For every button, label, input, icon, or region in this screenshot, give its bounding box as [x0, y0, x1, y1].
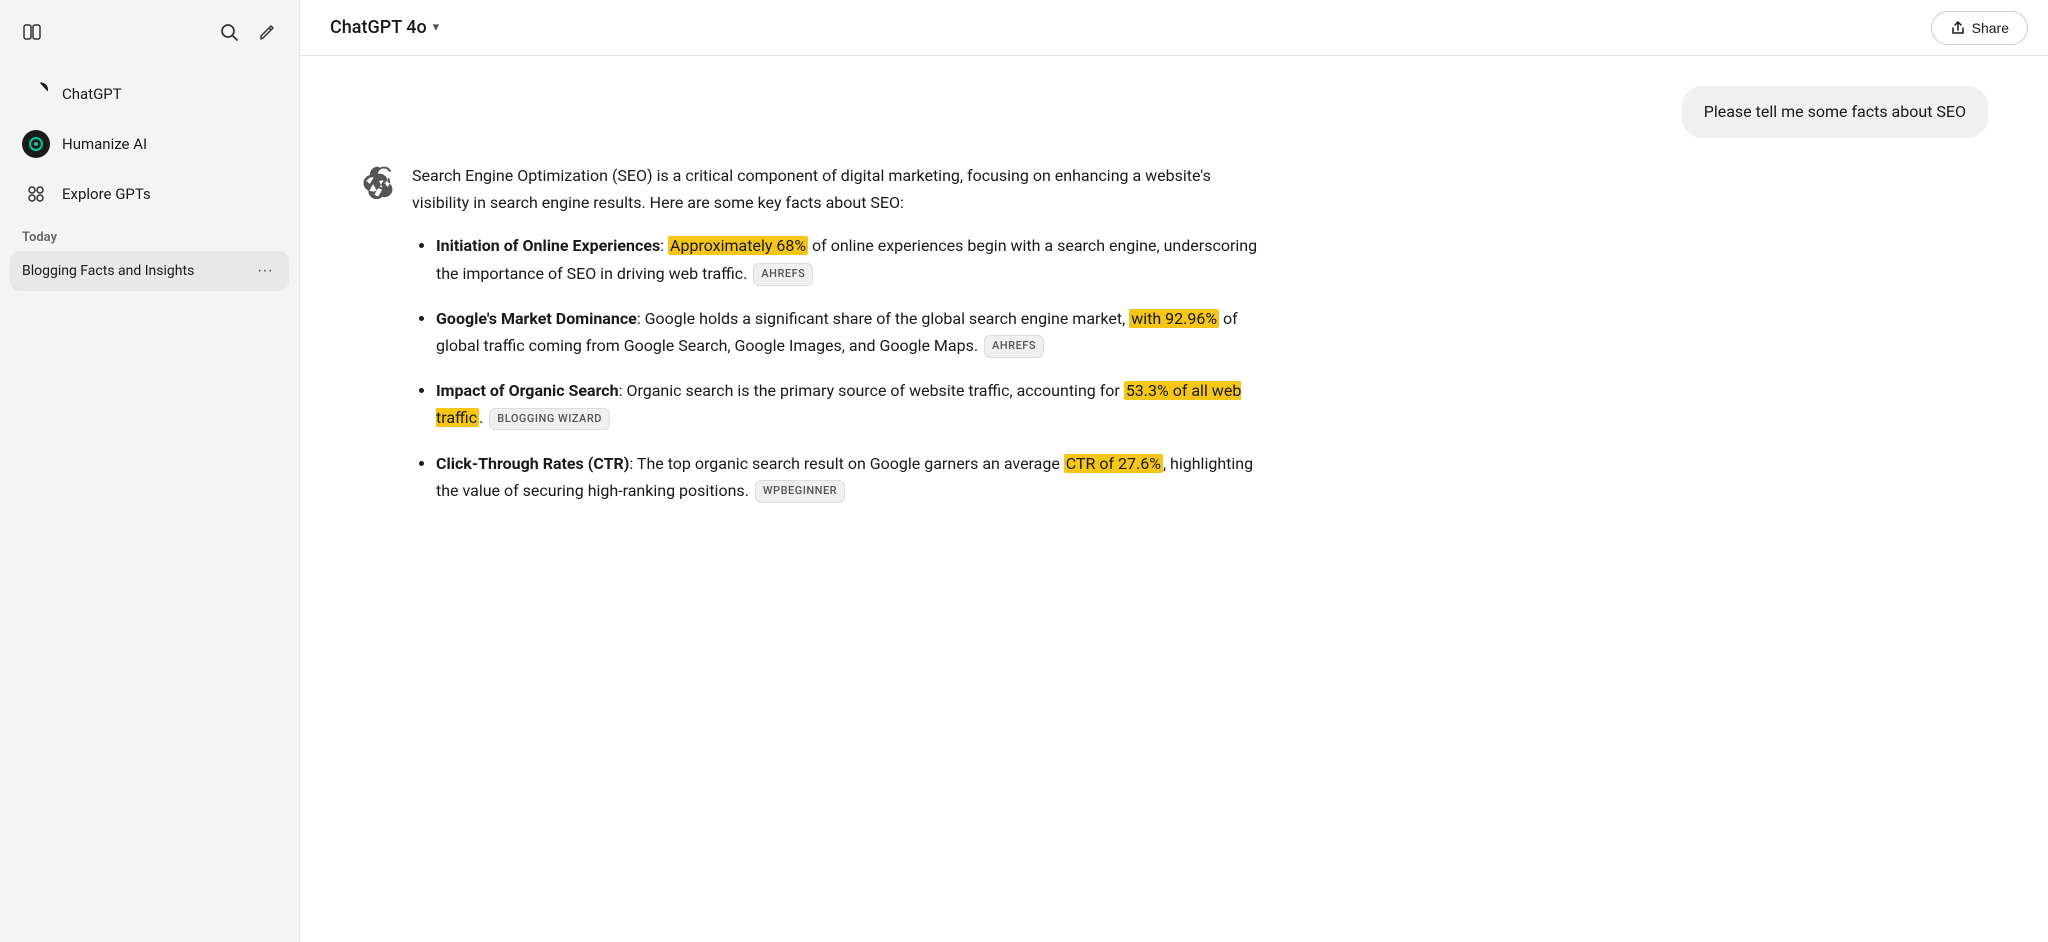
sidebar: ChatGPT Humanize AI Explore GPTs Today B — [0, 0, 300, 942]
sidebar-item-explore[interactable]: Explore GPTs — [10, 170, 289, 218]
bullet-2-bold: Google's Market Dominance — [436, 309, 637, 328]
sidebar-top — [10, 12, 289, 52]
explore-label: Explore GPTs — [62, 185, 151, 203]
user-message-text: Please tell me some facts about SEO — [1704, 102, 1966, 121]
sidebar-item-humanize[interactable]: Humanize AI — [10, 120, 289, 168]
chevron-down-icon: ▾ — [433, 20, 440, 35]
header: ChatGPT 4o ▾ Share — [300, 0, 2048, 56]
bullet-2-highlight: with 92.96% — [1129, 309, 1219, 328]
user-message-wrapper: Please tell me some facts about SEO — [360, 86, 1988, 138]
model-name: ChatGPT 4o — [330, 17, 427, 38]
bullet-3-after: . — [479, 408, 483, 427]
bullet-4-bold: Click-Through Rates (CTR) — [436, 454, 629, 473]
bullet-2-source: AHREFS — [984, 335, 1044, 358]
humanize-label: Humanize AI — [62, 135, 147, 153]
assistant-avatar — [360, 164, 396, 200]
bullet-1-highlight: Approximately 68% — [668, 236, 808, 255]
share-icon — [1950, 20, 1966, 36]
user-message-bubble: Please tell me some facts about SEO — [1682, 86, 1988, 138]
assistant-chatgpt-icon — [361, 165, 395, 199]
assistant-content: Search Engine Optimization (SEO) is a cr… — [412, 162, 1260, 504]
bullet-3-source: BLOGGING WIZARD — [489, 408, 610, 431]
compose-button[interactable] — [251, 16, 283, 48]
bullet-3-before: : Organic search is the primary source o… — [619, 381, 1124, 400]
search-button[interactable] — [213, 16, 245, 48]
share-button[interactable]: Share — [1931, 11, 2028, 45]
today-section-label: Today — [10, 220, 289, 251]
bullet-item-2: Google's Market Dominance: Google holds … — [436, 305, 1260, 359]
bullet-list: Initiation of Online Experiences: Approx… — [412, 232, 1260, 504]
bullet-4-source: WPBEGINNER — [755, 480, 845, 503]
chat-item-menu-button[interactable]: ··· — [253, 260, 277, 282]
bullet-3-bold: Impact of Organic Search — [436, 381, 619, 400]
bullet-1-before: : — [660, 236, 668, 255]
bullet-4-before: : The top organic search result on Googl… — [629, 454, 1063, 473]
assistant-message-wrapper: Search Engine Optimization (SEO) is a cr… — [360, 162, 1260, 504]
bullet-item-1: Initiation of Online Experiences: Approx… — [436, 232, 1260, 286]
chatgpt-icon — [22, 80, 50, 108]
chat-item-blogging[interactable]: Blogging Facts and Insights ··· — [10, 251, 289, 291]
chatgpt-label: ChatGPT — [62, 85, 122, 103]
toggle-sidebar-button[interactable] — [16, 16, 48, 48]
share-label: Share — [1972, 20, 2009, 36]
main-panel: ChatGPT 4o ▾ Share Please tell me some f… — [300, 0, 2048, 942]
assistant-intro: Search Engine Optimization (SEO) is a cr… — [412, 162, 1260, 216]
grid-icon — [22, 180, 50, 208]
bullet-1-source: AHREFS — [753, 263, 813, 286]
model-selector[interactable]: ChatGPT 4o ▾ — [320, 11, 449, 44]
bullet-2-before: : Google holds a significant share of th… — [637, 309, 1129, 328]
bullet-4-highlight: CTR of 27.6% — [1064, 454, 1163, 473]
sidebar-item-chatgpt[interactable]: ChatGPT — [10, 70, 289, 118]
chat-area: Please tell me some facts about SEO Sear… — [300, 56, 2048, 942]
bullet-item-3: Impact of Organic Search: Organic search… — [436, 377, 1260, 431]
humanize-icon — [22, 130, 50, 158]
bullet-item-4: Click-Through Rates (CTR): The top organ… — [436, 450, 1260, 504]
chat-item-title: Blogging Facts and Insights — [22, 263, 253, 279]
bullet-1-bold: Initiation of Online Experiences — [436, 236, 660, 255]
